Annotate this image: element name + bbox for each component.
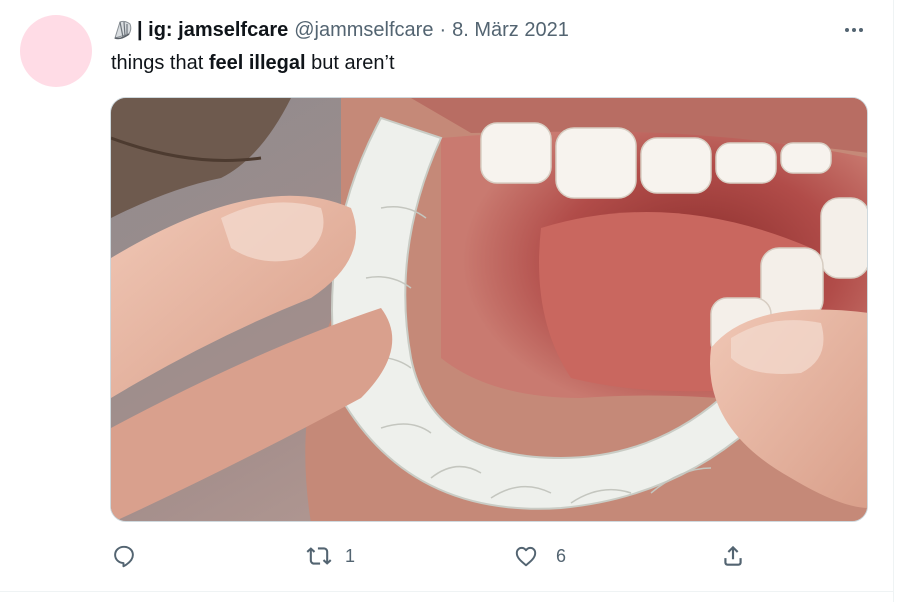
share-button[interactable] — [720, 541, 746, 571]
like-count: 6 — [556, 545, 567, 566]
column-right-border — [893, 0, 894, 602]
reply-button[interactable] — [111, 541, 151, 571]
tweet-divider — [0, 591, 893, 592]
shell-icon — [111, 18, 135, 42]
retweet-count: 1 — [345, 545, 356, 566]
tweet-text-part-1: things that — [111, 52, 209, 74]
retweet-icon — [306, 547, 332, 565]
tweet-text: things that feel illegal but aren’t — [111, 49, 395, 77]
photo-illustration — [111, 98, 867, 521]
tweet-text-part-3: but aren’t — [305, 52, 395, 74]
tweet-actions: 1 6 — [0, 541, 898, 571]
separator-dot: · — [439, 18, 447, 41]
display-name[interactable]: | ig: jamselfcare — [137, 19, 288, 42]
heart-icon — [515, 546, 537, 567]
tweet-date[interactable]: 8. März 2021 — [452, 19, 569, 42]
more-options-button[interactable] — [838, 16, 870, 44]
tweet-header: | ig: jamselfcare @jammselfcare · 8. Mär… — [111, 16, 569, 44]
like-button[interactable]: 6 — [513, 541, 566, 571]
tweet-text-bold: feel illegal — [208, 52, 306, 74]
avatar[interactable] — [20, 15, 92, 87]
retweet-button[interactable]: 1 — [305, 541, 355, 571]
user-handle[interactable]: @jammselfcare — [294, 19, 433, 42]
more-icon — [845, 28, 863, 32]
reply-icon — [114, 545, 134, 568]
tweet-photo[interactable] — [110, 97, 868, 522]
share-icon — [724, 545, 742, 566]
